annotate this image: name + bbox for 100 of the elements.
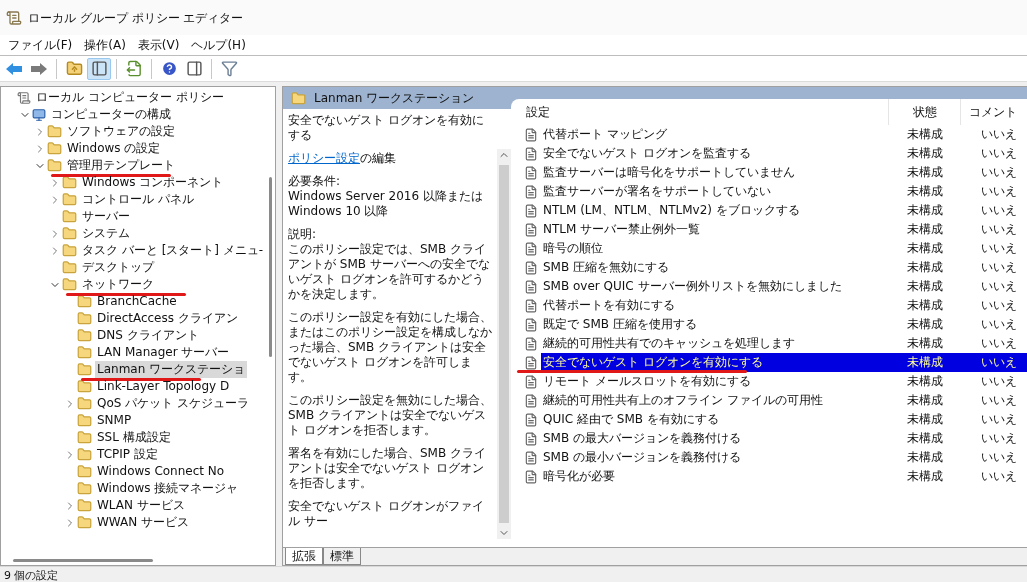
setting-name[interactable]: NTLM サーバー禁止例外一覧 xyxy=(541,220,889,239)
folder-icon xyxy=(47,158,62,173)
folder-icon xyxy=(77,294,92,309)
tree-item[interactable]: デスクトップ xyxy=(80,259,156,276)
tree-item[interactable]: BranchCache xyxy=(95,293,179,310)
setting-name[interactable]: 監査サーバーが署名をサポートしていない xyxy=(541,182,889,201)
state-cell-text: 未構成 xyxy=(906,145,944,162)
setting-icon xyxy=(524,374,538,389)
view-tab[interactable]: 標準 xyxy=(323,548,361,565)
state-cell-text: 未構成 xyxy=(906,316,944,333)
tree-item[interactable]: タスク バーと [スタート] メニュ- xyxy=(80,242,265,259)
comment-cell-text: いいえ xyxy=(980,202,1018,219)
tree-item[interactable]: LAN Manager サーバー xyxy=(95,344,232,361)
setting-name[interactable]: 暗号化が必要 xyxy=(541,467,889,486)
menu-item[interactable]: 操作(A) xyxy=(78,36,132,54)
tree-item[interactable]: SNMP xyxy=(95,412,134,429)
comment-cell-text: いいえ xyxy=(980,373,1018,390)
tree-item[interactable]: Link-Layer Topology D xyxy=(95,378,232,395)
tree-item[interactable]: Windows Connect No xyxy=(95,463,227,480)
tree-item[interactable]: WWAN サービス xyxy=(95,514,192,531)
setting-name[interactable]: 既定で SMB 圧縮を使用する xyxy=(541,315,889,334)
comment-cell-text: いいえ xyxy=(980,411,1018,428)
setting-icon xyxy=(524,146,538,161)
comment-cell-text: いいえ xyxy=(980,449,1018,466)
setting-icon xyxy=(524,412,538,427)
tree-item[interactable]: Windows の設定 xyxy=(65,140,163,157)
tree-item[interactable]: コントロール パネル xyxy=(80,191,196,208)
comment-cell: いいえ xyxy=(961,353,1027,372)
setting-name[interactable]: 安全でないゲスト ログオンを監査する xyxy=(541,144,889,163)
comment-cell-text: いいえ xyxy=(980,316,1018,333)
tree-item[interactable]: DNS クライアント xyxy=(95,327,201,344)
folder-up-icon xyxy=(65,60,83,77)
setting-icon xyxy=(524,469,538,484)
policy-settings-link[interactable]: ポリシー設定 xyxy=(288,151,360,165)
folder-icon xyxy=(47,124,62,139)
state-cell-text: 未構成 xyxy=(906,468,944,485)
state-cell-text: 未構成 xyxy=(906,373,944,390)
state-cell-text: 未構成 xyxy=(906,430,944,447)
menu-item[interactable]: 表示(V) xyxy=(131,36,186,54)
state-cell-text: 未構成 xyxy=(906,126,944,143)
tree-item[interactable]: Windows 接続マネージャ xyxy=(95,480,241,497)
status-text: 9 個の設定 xyxy=(4,569,59,582)
tree-item[interactable]: システム xyxy=(80,225,132,242)
column-header[interactable]: 状態 xyxy=(889,99,961,125)
setting-name[interactable]: SMB の最小バージョンを義務付ける xyxy=(541,448,889,467)
state-cell-text: 未構成 xyxy=(906,164,944,181)
comment-cell-text: いいえ xyxy=(980,278,1018,295)
setting-name[interactable]: 安全でないゲスト ログオンを有効にする xyxy=(541,353,889,372)
setting-name[interactable]: 継続的可用性共有でのキャッシュを処理します xyxy=(541,334,889,353)
tree-item[interactable]: Windows コンポーネント xyxy=(80,174,226,191)
tree-item[interactable]: TCPIP 設定 xyxy=(95,446,160,463)
setting-name[interactable]: リモート メールスロットを有効にする xyxy=(541,372,889,391)
setting-name[interactable]: NTLM (LM、NTLM、NTLMv2) をブロックする xyxy=(541,201,889,220)
folder-icon xyxy=(62,226,77,241)
folder-icon xyxy=(62,175,77,190)
comment-cell-text: いいえ xyxy=(980,297,1018,314)
setting-name[interactable]: SMB over QUIC サーバー例外リストを無効にしました xyxy=(541,277,889,296)
setting-name[interactable]: 代替ポートを有効にする xyxy=(541,296,889,315)
tree-item[interactable]: コンピューターの構成 xyxy=(49,106,173,123)
folder-icon xyxy=(77,430,92,445)
setting-name[interactable]: 継続的可用性共有上のオフライン ファイルの可用性 xyxy=(541,391,889,410)
setting-name[interactable]: 代替ポート マッピング xyxy=(541,125,889,144)
tree-item[interactable]: Lanman ワークステーショ xyxy=(95,361,248,378)
pane-toggle-button[interactable] xyxy=(87,57,111,80)
menu-item[interactable]: ヘルプ(H) xyxy=(185,36,252,54)
setting-name[interactable]: 暗号の順位 xyxy=(541,239,889,258)
tree-item[interactable]: ネットワーク xyxy=(80,276,156,293)
tree-item[interactable]: サーバー xyxy=(80,208,132,225)
setting-icon xyxy=(524,203,538,218)
state-cell-text: 未構成 xyxy=(906,202,944,219)
setting-icon xyxy=(524,393,538,408)
state-cell-text: 未構成 xyxy=(906,240,944,257)
setting-icon xyxy=(524,241,538,256)
tree-item[interactable]: ローカル コンピューター ポリシー xyxy=(34,89,226,106)
setting-name[interactable]: SMB 圧縮を無効にする xyxy=(541,258,889,277)
tree-item[interactable]: DirectAccess クライアン xyxy=(95,310,240,327)
panel-icon xyxy=(90,60,108,77)
tree-item[interactable]: WLAN サービス xyxy=(95,497,187,514)
state-cell-text: 未構成 xyxy=(906,183,944,200)
column-header[interactable]: コメント xyxy=(961,99,1027,125)
state-cell-text: 未構成 xyxy=(906,278,944,295)
tree-item[interactable]: ソフトウェアの設定 xyxy=(65,123,177,140)
setting-name[interactable]: QUIC 経由で SMB を有効にする xyxy=(541,410,889,429)
description-scrollbar[interactable] xyxy=(497,149,511,539)
setting-name[interactable]: SMB の最大バージョンを義務付ける xyxy=(541,429,889,448)
setting-name[interactable]: 監査サーバーは暗号化をサポートしていません xyxy=(541,163,889,182)
tree-item[interactable]: 管理用テンプレート xyxy=(65,157,177,174)
state-cell-text: 未構成 xyxy=(906,392,944,409)
tree-item[interactable]: QoS パケット スケジューラ xyxy=(95,395,252,412)
column-header[interactable]: 設定 xyxy=(517,99,889,125)
view-tab[interactable]: 拡張 xyxy=(285,548,323,565)
setting-icon xyxy=(524,336,538,351)
comment-cell-text: いいえ xyxy=(980,126,1018,143)
folder-icon xyxy=(291,90,306,106)
setting-icon xyxy=(524,298,538,313)
folder-icon xyxy=(77,498,92,513)
folder-icon xyxy=(77,379,92,394)
menu-item[interactable]: ファイル(F) xyxy=(2,36,79,54)
tree-item[interactable]: SSL 構成設定 xyxy=(95,429,173,446)
comment-cell-text: いいえ xyxy=(980,164,1018,181)
